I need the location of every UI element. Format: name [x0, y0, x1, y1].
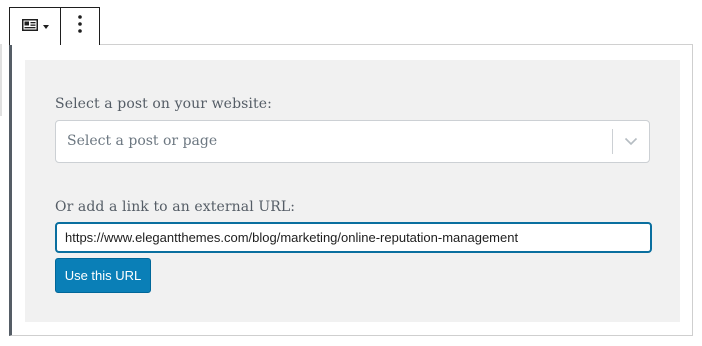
- id-card-icon: [21, 18, 38, 36]
- select-placeholder: Select a post or page: [67, 133, 218, 149]
- block-toolbar: [9, 7, 100, 45]
- more-options-button[interactable]: [61, 8, 99, 45]
- external-url-label: Or add a link to an external URL:: [55, 199, 296, 215]
- block-type-switcher[interactable]: [10, 8, 61, 45]
- editor-left-edge: [0, 44, 2, 116]
- external-url-input[interactable]: [55, 222, 652, 253]
- select-separator: [612, 129, 613, 154]
- select-post-label: Select a post on your website:: [55, 96, 272, 112]
- embed-form-panel: Select a post on your website: Select a …: [25, 60, 680, 322]
- caret-down-icon: [42, 24, 49, 29]
- use-url-button[interactable]: Use this URL: [55, 258, 151, 293]
- vertical-ellipsis-icon: [78, 15, 82, 38]
- chevron-down-icon[interactable]: [623, 133, 639, 149]
- post-select-dropdown[interactable]: Select a post or page: [55, 120, 650, 163]
